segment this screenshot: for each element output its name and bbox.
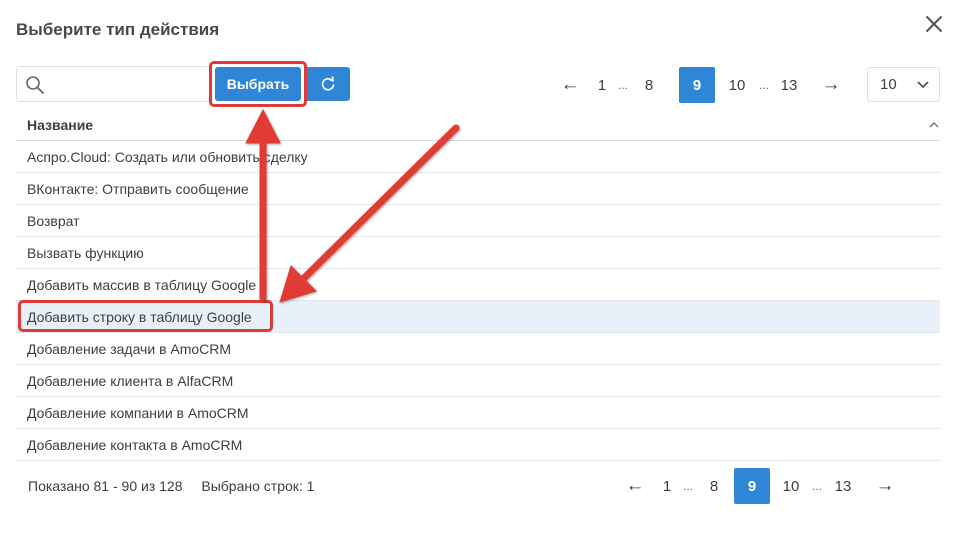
shown-count: Показано 81 - 90 из 128 <box>28 478 183 494</box>
next-page-button[interactable]: → <box>864 468 906 504</box>
pagination-ellipsis: ... <box>812 479 823 493</box>
selected-count: Выбрано строк: 1 <box>201 478 315 494</box>
next-page-button[interactable]: → <box>809 67 853 103</box>
table-row[interactable]: Добавление клиента в AlfaCRM <box>16 365 940 397</box>
page-size-value: 10 <box>880 76 897 93</box>
table-row[interactable]: Добавление контакта в AmoCRM <box>16 429 940 461</box>
page-button-current[interactable]: 9 <box>734 468 770 504</box>
pagination-ellipsis: ... <box>682 479 693 493</box>
search-input[interactable] <box>51 73 201 95</box>
prev-page-button[interactable]: ← <box>617 468 653 504</box>
table-row[interactable]: Добавление задачи в AmoCRM <box>16 333 940 365</box>
prev-page-button[interactable]: ← <box>552 67 588 103</box>
dialog-title: Выберите тип действия <box>16 20 220 39</box>
pagination-bottom: ← 1 ... 8 9 10 ... 13 → <box>617 468 906 504</box>
page-button-prev-num[interactable]: 8 <box>630 67 668 103</box>
page-button-last[interactable]: 13 <box>822 468 864 504</box>
row-label: ВКонтакте: Отправить сообщение <box>27 180 249 197</box>
page-button-current[interactable]: 9 <box>679 67 715 103</box>
table-row[interactable]: Вызвать функцию <box>16 237 940 269</box>
close-icon[interactable] <box>924 14 944 34</box>
column-header-label: Название <box>27 116 94 133</box>
row-label: Добавить массив в таблицу Google <box>27 276 257 293</box>
table-row[interactable]: Добавить массив в таблицу Google <box>16 269 940 301</box>
row-label: Возврат <box>27 212 80 229</box>
table-row[interactable]: ВКонтакте: Отправить сообщение <box>16 173 940 205</box>
page-button-next-num[interactable]: 10 <box>770 468 812 504</box>
search-icon <box>26 76 44 94</box>
row-label: Добавить строку в таблицу Google <box>27 308 252 325</box>
row-label: Аспро.Cloud: Создать или обновить сделку <box>27 148 308 165</box>
table-row-selected[interactable]: Добавить строку в таблицу Google <box>16 301 940 333</box>
page-button-next-num[interactable]: 10 <box>715 67 759 103</box>
pagination-ellipsis: ... <box>617 78 628 92</box>
pagination-ellipsis: ... <box>759 78 770 92</box>
page-button-last[interactable]: 13 <box>769 67 809 103</box>
row-label: Вызвать функцию <box>27 244 144 261</box>
table-row[interactable]: Возврат <box>16 205 940 237</box>
page-button-first[interactable]: 1 <box>653 468 681 504</box>
row-label: Добавление компании в AmoCRM <box>27 404 249 421</box>
search-field[interactable] <box>16 66 212 102</box>
table-footer-info: Показано 81 - 90 из 128 Выбрано строк: 1 <box>28 478 314 494</box>
refresh-icon <box>321 76 334 91</box>
page-button-first[interactable]: 1 <box>588 67 616 103</box>
page-size-select[interactable]: 10 <box>867 67 940 102</box>
table-row[interactable]: Добавление компании в AmoCRM <box>16 397 940 429</box>
actions-table: Название Аспро.Cloud: Создать или обнови… <box>16 109 940 461</box>
row-label: Добавление задачи в AmoCRM <box>27 340 232 357</box>
page-button-prev-num[interactable]: 8 <box>695 468 733 504</box>
refresh-button[interactable] <box>305 67 350 101</box>
row-label: Добавление клиента в AlfaCRM <box>27 372 234 389</box>
table-row[interactable]: Аспро.Cloud: Создать или обновить сделку <box>16 141 940 173</box>
row-label: Добавление контакта в AmoCRM <box>27 436 243 453</box>
select-button[interactable]: Выбрать <box>215 67 301 101</box>
chevron-down-icon <box>917 81 929 89</box>
column-header-name[interactable]: Название <box>16 109 940 141</box>
pagination-top: ← 1 ... 8 9 10 ... 13 → <box>552 67 853 103</box>
sort-up-icon[interactable] <box>928 120 940 130</box>
